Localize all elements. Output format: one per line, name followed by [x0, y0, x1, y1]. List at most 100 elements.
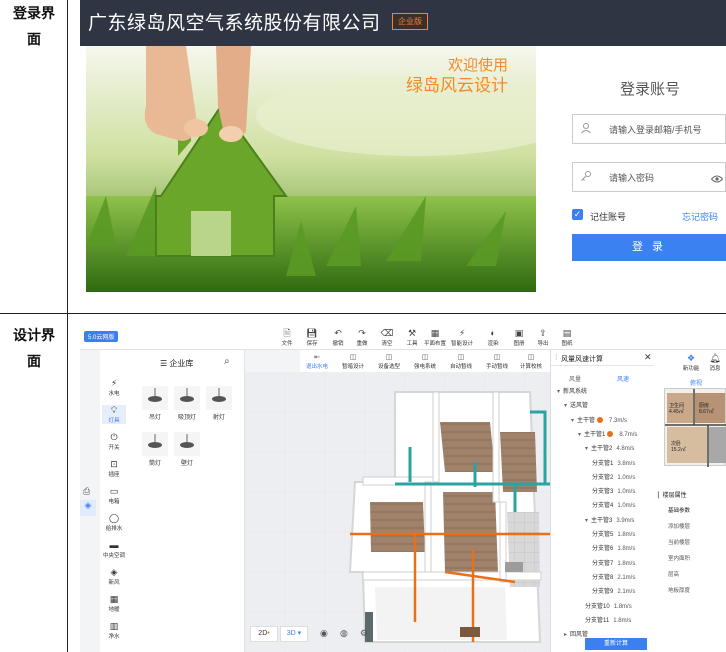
- tree-toggle-icon[interactable]: ▾: [557, 389, 560, 395]
- username-placeholder: 请输入登录邮箱/手机号: [609, 125, 702, 135]
- tree-toggle-icon[interactable]: ▾: [578, 432, 581, 438]
- login-button[interactable]: 登 录: [572, 234, 726, 261]
- airflow-row[interactable]: 分支管11 1.8m/s: [585, 615, 631, 624]
- airflow-row[interactable]: ▾ 主干管 7.3m/s: [571, 415, 627, 424]
- floor-prop-1[interactable]: 当前楼层: [668, 538, 690, 546]
- eye-icon[interactable]: [710, 171, 724, 189]
- airflow-row[interactable]: ▾ 主干管3 3.9m/s: [585, 515, 634, 524]
- airflow-row[interactable]: ▾ 送风管: [564, 400, 588, 409]
- airflow-row[interactable]: 分支管2 1.0m/s: [592, 472, 635, 481]
- airflow-row[interactable]: 分支管1 3.8m/s: [592, 458, 635, 467]
- 3d-canvas[interactable]: [245, 372, 550, 652]
- view-switcher: 2D• 3D ▾ ◉ ◍ ⚙: [250, 626, 390, 644]
- view-3d-button[interactable]: 3D ▾: [280, 626, 308, 642]
- tab-topview[interactable]: 俯视: [690, 378, 702, 387]
- library-item-4[interactable]: 壁灯: [174, 432, 200, 467]
- tree-toggle-icon[interactable]: ▾: [564, 403, 567, 409]
- subtool-button-0[interactable]: ⇤ 退出水电: [306, 353, 328, 370]
- floor-prop-3[interactable]: 层高: [668, 570, 679, 578]
- airflow-row[interactable]: 分支管7 1.8m/s: [592, 558, 635, 567]
- toolbar-image-button[interactable]: ▣ 图册: [508, 328, 530, 347]
- library-item-1[interactable]: 吸顶灯: [174, 386, 200, 421]
- image-icon: ▣: [514, 328, 524, 338]
- library-category-5[interactable]: ◯ 给排水: [102, 513, 126, 532]
- library-category-3[interactable]: ⊡ 插座: [102, 459, 126, 478]
- subtool-button-5[interactable]: ◫ 手动暂线: [486, 353, 508, 370]
- airflow-row[interactable]: 分支管6 1.8m/s: [592, 543, 635, 552]
- library-category-9[interactable]: ▥ 净水: [102, 621, 126, 640]
- password-input[interactable]: 请输入密码: [572, 162, 726, 192]
- library-item-0[interactable]: 吊灯: [142, 386, 168, 421]
- edition-badge: 企业版: [392, 13, 428, 30]
- tree-toggle-icon[interactable]: ▾: [571, 418, 574, 424]
- login-title: 登录账号: [620, 81, 681, 98]
- print-icon[interactable]: ⎙: [83, 486, 90, 497]
- tab-speed[interactable]: 风速: [617, 374, 629, 383]
- airflow-row[interactable]: 分支管8 2.1m/s: [592, 572, 635, 581]
- toolbar-save-button[interactable]: 💾︎ 保存: [301, 328, 323, 347]
- airflow-row[interactable]: ▸ 回风管: [564, 629, 588, 638]
- library-item-3[interactable]: 筒灯: [142, 432, 168, 467]
- subtool-button-4[interactable]: ◫ 自动暂线: [450, 353, 472, 370]
- tree-toggle-icon[interactable]: ▾: [585, 446, 588, 452]
- airflow-row[interactable]: 分支管9 2.1m/s: [592, 586, 635, 595]
- layer-icon[interactable]: ◈: [80, 500, 96, 516]
- toolbar-render-button[interactable]: ◐ 渲染: [482, 328, 504, 347]
- library-category-2[interactable]: ⏻ 开关: [102, 432, 126, 451]
- toolbar-tools-button[interactable]: ⚒ 工具: [401, 328, 423, 347]
- tree-toggle-icon[interactable]: ▸: [564, 632, 567, 638]
- library-category-7[interactable]: ◈ 新风: [102, 567, 126, 586]
- subtool-button-3[interactable]: ◫ 强电系统: [414, 353, 436, 370]
- airflow-row[interactable]: ▾ 新风系统: [557, 386, 587, 395]
- visibility-icon[interactable]: ◉: [320, 628, 328, 639]
- tree-toggle-icon[interactable]: ▾: [585, 518, 588, 524]
- airflow-row[interactable]: 分支管10 1.8m/s: [585, 601, 632, 610]
- airflow-row[interactable]: 分支管3 1.0m/s: [592, 486, 635, 495]
- forgot-password-link[interactable]: 忘记密码: [682, 210, 718, 223]
- subtool-button-6[interactable]: ◫ 计算校核: [520, 353, 542, 370]
- floor-prop-2[interactable]: 室内面积: [668, 554, 690, 562]
- search-icon[interactable]: ⌕: [224, 356, 230, 367]
- airflow-row[interactable]: ▾ 主干管1 8.7m/s: [578, 429, 637, 438]
- toolbar-floorplan-button[interactable]: ▦ 平面布置: [424, 328, 446, 347]
- toolbar-file-button[interactable]: 🗎︎ 文件: [276, 328, 298, 347]
- airflow-row[interactable]: 分支管4 1.0m/s: [592, 500, 635, 509]
- library-category-8[interactable]: ▦ 地暖: [102, 594, 126, 613]
- new-feature-button[interactable]: ❖ 新功能: [680, 353, 702, 372]
- floor-prop-4[interactable]: 地板厚度: [668, 586, 690, 594]
- subtool-button-1[interactable]: ◫ 暂暗设计: [342, 353, 364, 370]
- library-category-1[interactable]: 💡︎ 灯具: [102, 405, 126, 424]
- close-icon[interactable]: ✕: [644, 352, 652, 363]
- design-screen: 5.0云网版 🗎︎ 文件 💾︎ 保存 ↶ 撤销 ↷ 重做 ⌫ 清空 ⚒ 工具 ▦ 平面布置 ⚡ 智能设计 ◐ 渲染…: [80, 324, 726, 652]
- recalculate-button[interactable]: 重新计算: [585, 638, 647, 650]
- floorplan-3d: [245, 372, 550, 652]
- toolbar-clear-button[interactable]: ⌫ 清空: [376, 328, 398, 347]
- toolbar-export-button[interactable]: ⇪ 导出: [532, 328, 554, 347]
- toolbar-smart-button[interactable]: ⚡ 智能设计: [451, 328, 473, 347]
- sparkle-icon: ❖: [686, 353, 696, 363]
- library-category-4[interactable]: ▭ 电箱: [102, 486, 126, 505]
- tools-icon: ⚒: [407, 328, 417, 338]
- airflow-row[interactable]: 分支管5 1.8m/s: [592, 529, 635, 538]
- toolbar-undo-button[interactable]: ↶ 撤销: [327, 328, 349, 347]
- username-input[interactable]: 请输入登录邮箱/手机号: [572, 114, 726, 144]
- settings-icon[interactable]: ⚙: [360, 628, 368, 639]
- library-item-2[interactable]: 射灯: [206, 386, 232, 421]
- message-button[interactable]: 🔔︎ 消息: [704, 353, 726, 372]
- minimap[interactable]: 卫生间 4.45㎡ 厨房 8.67㎡ 次卧 15.2㎡: [664, 388, 726, 467]
- view-2d-button[interactable]: 2D•: [250, 626, 278, 642]
- tab-volume[interactable]: 风量: [569, 374, 581, 383]
- library-category-6[interactable]: ▬ 中央空调: [102, 540, 126, 559]
- perspective-icon[interactable]: ◍: [340, 628, 348, 639]
- floor-prop-0[interactable]: 添加楼层: [668, 522, 690, 530]
- remember-checkbox[interactable]: ✓: [572, 209, 583, 220]
- category-icon: ◯: [108, 513, 120, 523]
- subtool-button-2[interactable]: ◫ 设备选型: [378, 353, 400, 370]
- toolbar-drawing-button[interactable]: ▤ 图纸: [556, 328, 578, 347]
- welcome-text: 欢迎使用 绿岛风云设计: [406, 57, 508, 95]
- airflow-row[interactable]: ▾ 主干管2 4.8m/s: [585, 443, 634, 452]
- drag-handle-icon[interactable]: ⋮: [553, 353, 560, 361]
- library-category-0[interactable]: ⚡ 水电: [102, 378, 126, 397]
- bell-icon: 🔔︎: [709, 353, 721, 363]
- toolbar-redo-button[interactable]: ↷ 重做: [351, 328, 373, 347]
